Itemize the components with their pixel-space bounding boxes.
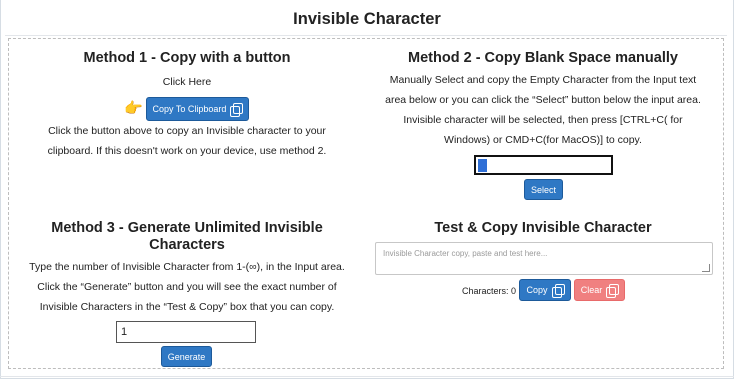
- method1-heading: Method 1 - Copy with a button: [83, 50, 291, 66]
- method2-description-line3: Invisible character will be selected, th…: [403, 114, 683, 126]
- test-copy-heading: Test & Copy Invisible Character: [434, 220, 652, 236]
- copy-to-clipboard-button[interactable]: Copy To Clipboard: [146, 97, 249, 121]
- method2-description-line4: Windows) or CMD+C(for MacOS)] to copy.: [444, 134, 642, 146]
- method1-section: Method 1 - Copy with a button Click Here: [12, 50, 362, 92]
- generate-button-label: Generate: [167, 351, 206, 362]
- bottom-divider: [0, 376, 734, 377]
- blank-character-input[interactable]: [474, 155, 613, 175]
- test-copy-section: Test & Copy Invisible Character: [368, 220, 718, 237]
- copy-icon: [551, 284, 565, 298]
- title-divider: [5, 35, 727, 36]
- method2-section: Method 2 - Copy Blank Space manually Man…: [368, 50, 718, 150]
- method3-description-line1: Type the number of Invisible Character f…: [29, 261, 345, 273]
- copy-button[interactable]: Copy: [519, 279, 571, 301]
- character-count-value: 1: [121, 326, 128, 338]
- method2-description-line2: area below or you can click the “Select”…: [385, 94, 701, 106]
- method1-description: Click the button above to copy an Invisi…: [12, 121, 362, 161]
- character-counter: Characters: 0: [462, 286, 517, 296]
- method1-description-line1: Click the button above to copy an Invisi…: [48, 125, 326, 137]
- selected-blank-character: [478, 159, 487, 172]
- copy-button-label: Copy: [526, 285, 548, 295]
- select-button[interactable]: Select: [524, 179, 563, 200]
- method3-section: Method 3 - Generate Unlimited Invisible …: [12, 220, 362, 317]
- select-button-label: Select: [530, 184, 556, 195]
- method2-heading: Method 2 - Copy Blank Space manually: [408, 50, 678, 66]
- method3-description-line3: Invisible Characters in the “Test & Copy…: [39, 301, 335, 313]
- method1-description-line2: clipboard. If this doesn't work on your …: [47, 145, 327, 157]
- test-copy-placeholder: Invisible Character copy, paste and test…: [383, 249, 548, 258]
- resize-grip-icon[interactable]: [702, 264, 710, 272]
- clear-button[interactable]: Clear: [574, 279, 625, 301]
- test-copy-textarea[interactable]: Invisible Character copy, paste and test…: [375, 242, 713, 275]
- clear-button-label: Clear: [580, 285, 603, 295]
- clear-icon: [606, 284, 620, 298]
- generate-button[interactable]: Generate: [161, 346, 212, 367]
- method1-click-here: Click Here: [162, 76, 212, 88]
- copy-to-clipboard-label: Copy To Clipboard: [152, 104, 227, 114]
- character-count-input[interactable]: 1: [116, 321, 256, 343]
- method3-heading-line2: Characters: [149, 237, 225, 253]
- method3-description-line2: Click the “Generate” button and you will…: [37, 281, 337, 293]
- method2-description-line1: Manually Select and copy the Empty Chara…: [389, 74, 697, 86]
- pointing-hand-icon: 👉: [124, 100, 143, 117]
- copy-icon: [230, 103, 244, 117]
- method3-heading-line1: Method 3 - Generate Unlimited Invisible: [51, 220, 323, 236]
- page-title: Invisible Character: [293, 10, 441, 28]
